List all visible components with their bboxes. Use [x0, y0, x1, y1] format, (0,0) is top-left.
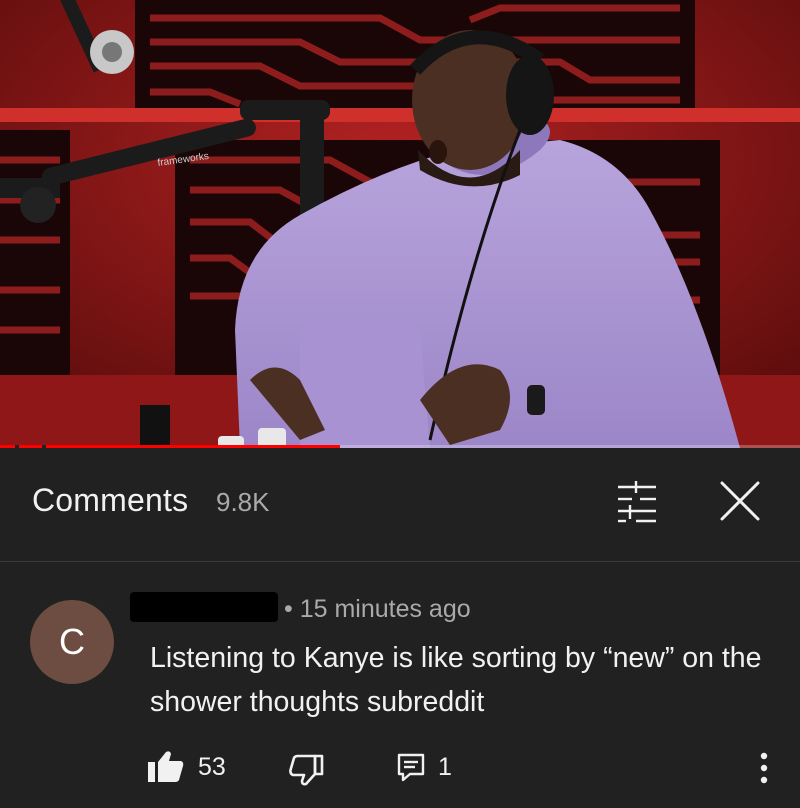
video-progress-fill	[0, 445, 340, 448]
comments-count: 9.8K	[216, 487, 270, 517]
more-options-button[interactable]	[752, 750, 776, 786]
reply-button[interactable]	[396, 752, 426, 782]
video-frame: frameworks	[0, 0, 800, 448]
video-progress-bar[interactable]	[0, 445, 800, 448]
dislike-button[interactable]	[288, 754, 324, 786]
close-icon	[720, 481, 760, 521]
sort-filter-button[interactable]	[612, 479, 662, 525]
close-comments-button[interactable]	[716, 477, 764, 525]
comment-actions: 53 1	[0, 742, 800, 792]
avatar[interactable]: C	[30, 600, 114, 684]
reply-icon	[397, 753, 425, 782]
comment-timestamp: • 15 minutes ago	[284, 595, 471, 623]
chapter-marker	[15, 445, 19, 448]
video-player[interactable]: frameworks	[0, 0, 800, 448]
comments-header: Comments 9.8K	[0, 449, 800, 562]
chapter-marker	[42, 445, 46, 448]
thumbs-down-icon	[289, 754, 324, 786]
like-count: 53	[198, 753, 226, 781]
comments-title: Comments	[32, 482, 189, 518]
sort-filter-icon	[618, 481, 656, 523]
comment-item: C • 15 minutes ago Listening to Kanye is…	[0, 562, 800, 808]
reply-count: 1	[438, 753, 452, 781]
comment-text: Listening to Kanye is like sorting by “n…	[150, 642, 762, 718]
thumbs-up-icon	[148, 751, 184, 782]
like-button[interactable]	[148, 750, 184, 782]
more-vert-icon	[760, 752, 768, 784]
redacted-username	[130, 592, 278, 622]
